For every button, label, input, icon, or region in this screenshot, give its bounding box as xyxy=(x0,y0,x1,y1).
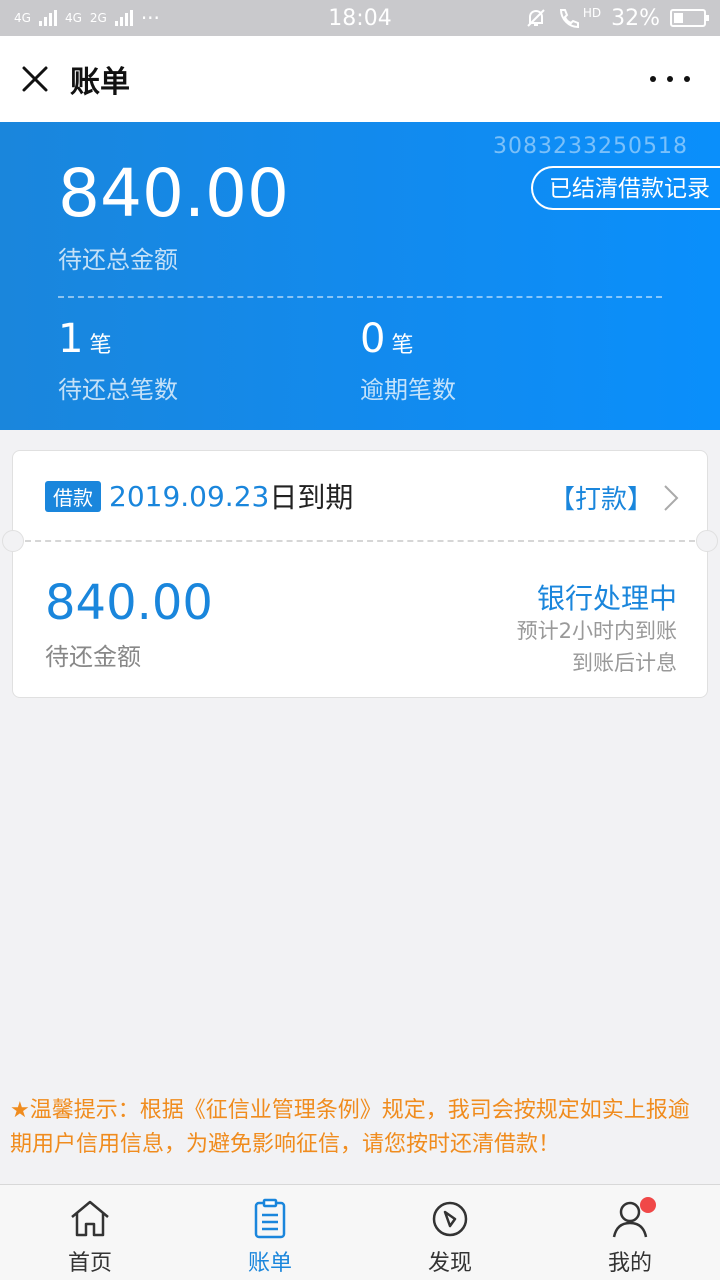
pay-link-label: 【打款】 xyxy=(548,485,653,515)
processing-status: 银行处理中 xyxy=(536,582,677,615)
processing-note: 到账后计息 xyxy=(572,651,677,675)
call-icon xyxy=(559,9,579,29)
card-notch-left xyxy=(2,530,24,552)
tab-discover-label: 发现 xyxy=(427,1251,472,1276)
due-amount-label: 待还金额 xyxy=(45,643,141,671)
top-app-bar: 账单 xyxy=(0,36,720,122)
total-outstanding-amount: 840.00 xyxy=(58,155,289,232)
tab-discover[interactable]: 发现 xyxy=(360,1185,540,1280)
total-outstanding-label: 待还总金额 xyxy=(58,246,178,274)
tab-home[interactable]: 首页 xyxy=(0,1185,180,1280)
battery-fill xyxy=(674,13,683,23)
bill-icon xyxy=(254,1198,286,1239)
page-title: 账单 xyxy=(70,65,130,100)
due-amount: 840.00 xyxy=(45,575,213,631)
tab-bill-label: 账单 xyxy=(247,1251,292,1276)
battery-icon xyxy=(670,9,709,27)
pending-count-value: 1 xyxy=(58,316,84,362)
signal-icon xyxy=(38,10,57,26)
overdue-count-value: 0 xyxy=(360,316,386,362)
close-icon xyxy=(22,66,48,92)
network-label-2: 4G xyxy=(64,11,82,25)
bill-summary-panel: 3083233250518 已结清借款记录 840.00 待还总金额 1笔 待还… xyxy=(0,122,720,430)
overdue-count-stat: 0笔 逾期笔数 xyxy=(360,316,456,405)
network-label-1: 4G xyxy=(14,11,31,25)
signal-icon-2 xyxy=(114,10,133,26)
pending-count-label: 待还总笔数 xyxy=(58,376,178,404)
status-left: 4G 4G 2G ··· xyxy=(14,6,160,30)
pending-count-unit: 笔 xyxy=(89,333,112,358)
network-label-3: 2G xyxy=(89,11,107,25)
bottom-tab-bar: 首页 账单 发现 我的 xyxy=(0,1184,720,1280)
summary-divider xyxy=(58,296,662,298)
notification-badge xyxy=(640,1197,656,1213)
tab-home-label: 首页 xyxy=(67,1251,112,1276)
tab-bill[interactable]: 账单 xyxy=(180,1185,360,1280)
warm-reminder-text: ★温馨提示：根据《征信业管理条例》规定，我司会按规定如实上报逾期用户信用信息，为… xyxy=(10,1098,690,1157)
card-divider xyxy=(25,540,695,542)
battery-text: 32% xyxy=(611,5,660,31)
loan-tag: 借款 xyxy=(45,480,101,512)
more-status-dots: ··· xyxy=(140,6,160,30)
tab-me-label: 我的 xyxy=(607,1251,652,1276)
home-icon xyxy=(71,1200,109,1237)
account-number: 3083233250518 xyxy=(493,134,688,159)
pay-link[interactable]: 【打款】 xyxy=(549,479,679,516)
settled-loans-history-button[interactable]: 已结清借款记录 xyxy=(531,166,720,210)
more-dot xyxy=(650,76,656,82)
pending-count-stat: 1笔 待还总笔数 xyxy=(58,316,178,405)
processing-eta: 预计2小时内到账 xyxy=(516,619,677,643)
close-button[interactable] xyxy=(0,36,70,122)
status-right: HD 32% xyxy=(525,5,709,31)
more-dot xyxy=(667,76,673,82)
card-notch-right xyxy=(696,530,718,552)
more-options-button[interactable] xyxy=(650,66,690,92)
hd-label: HD xyxy=(582,6,602,20)
compass-icon xyxy=(432,1201,468,1237)
loan-card[interactable]: 借款 2019.09.23 日到期 【打款】 840.00 待还金额 银行处理中… xyxy=(2,450,718,698)
tab-me[interactable]: 我的 xyxy=(540,1185,720,1280)
overdue-count-unit: 笔 xyxy=(391,333,414,358)
status-bar: 4G 4G 2G ··· 18:04 HD 32% xyxy=(0,0,720,36)
chevron-right-icon xyxy=(664,484,679,511)
bell-muted-icon xyxy=(527,9,545,27)
more-dot xyxy=(684,76,690,82)
due-date-suffix: 日到期 xyxy=(269,481,354,514)
overdue-count-label: 逾期笔数 xyxy=(360,376,456,404)
due-date: 2019.09.23 xyxy=(109,479,270,513)
